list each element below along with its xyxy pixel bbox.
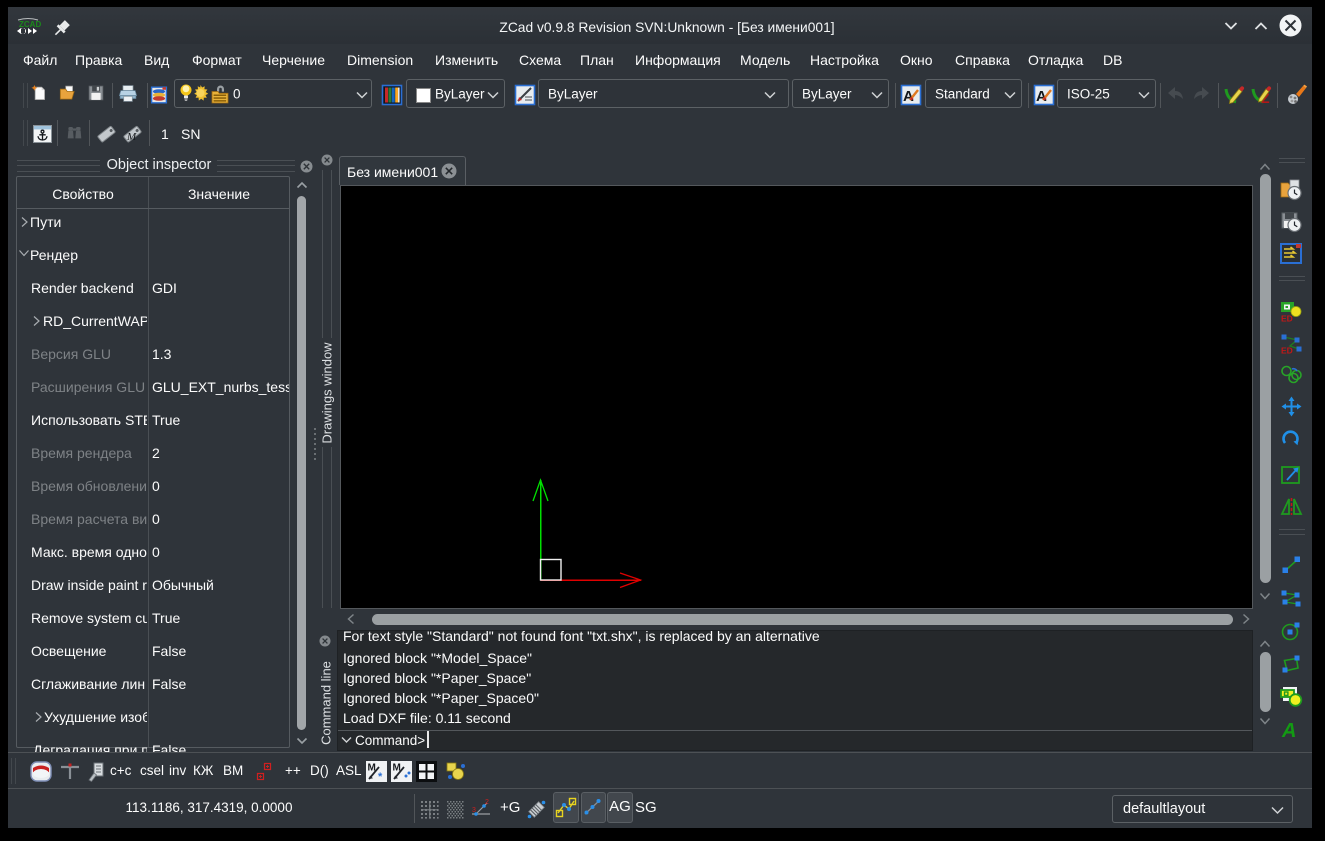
svg-text:M: M [126,131,137,143]
svg-text:A: A [1281,720,1296,742]
svg-text:ED: ED [1281,314,1293,324]
svg-text:*: * [378,771,383,783]
svg-text:ED: ED [1281,346,1293,356]
svg-text:ZCAD: ZCAD [19,20,41,29]
svg-text:2: 2 [485,799,489,806]
svg-text:3: 3 [472,807,476,814]
